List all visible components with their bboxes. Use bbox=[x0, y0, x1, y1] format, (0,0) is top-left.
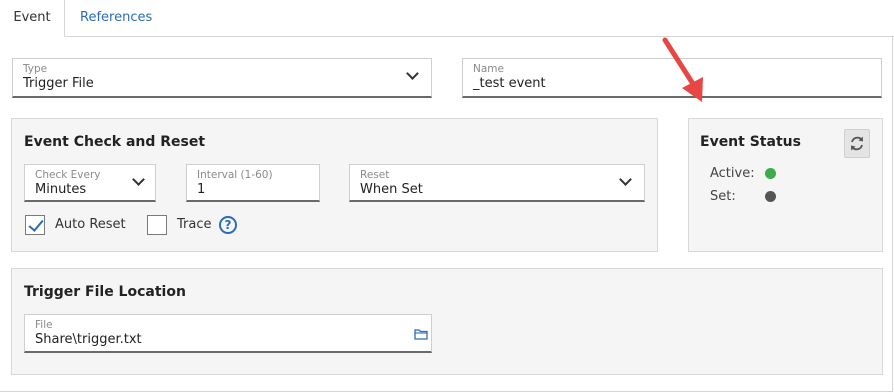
interval-input[interactable]: Interval (1-60) 1 bbox=[186, 164, 320, 202]
reset-value: When Set bbox=[360, 182, 423, 197]
panel-title-check-reset: Event Check and Reset bbox=[24, 134, 206, 150]
refresh-icon bbox=[851, 136, 863, 151]
name-label: Name bbox=[473, 63, 504, 75]
name-value: _test event bbox=[473, 76, 546, 91]
folder-icon[interactable] bbox=[414, 328, 428, 340]
file-value: Share\trigger.txt bbox=[35, 332, 142, 347]
auto-reset-label: Auto Reset bbox=[55, 217, 126, 232]
check-every-value: Minutes bbox=[35, 182, 87, 197]
chevron-down-icon bbox=[619, 173, 632, 186]
active-status-label: Active: bbox=[710, 166, 755, 181]
tab-bar: Event References bbox=[0, 0, 894, 37]
file-input[interactable]: File Share\trigger.txt bbox=[24, 314, 432, 353]
check-every-select[interactable]: Check Every Minutes bbox=[24, 164, 156, 202]
auto-reset-checkbox[interactable] bbox=[25, 215, 45, 235]
active-status-indicator bbox=[765, 168, 776, 179]
trace-checkbox[interactable] bbox=[147, 215, 167, 235]
type-select[interactable]: Type Trigger File bbox=[12, 58, 432, 98]
check-every-label: Check Every bbox=[35, 169, 101, 181]
type-label: Type bbox=[23, 63, 48, 75]
type-value: Trigger File bbox=[23, 76, 94, 91]
help-icon[interactable]: ? bbox=[219, 216, 237, 234]
file-label: File bbox=[35, 319, 53, 331]
trace-label: Trace bbox=[177, 217, 212, 232]
reset-select[interactable]: Reset When Set bbox=[349, 164, 645, 202]
panel-title-status: Event Status bbox=[700, 134, 801, 150]
panel-title-location: Trigger File Location bbox=[24, 284, 186, 300]
reset-label: Reset bbox=[360, 169, 390, 181]
event-status-panel: Event Status Active: Set: bbox=[688, 118, 883, 252]
refresh-button[interactable] bbox=[844, 129, 870, 158]
set-status-indicator bbox=[765, 191, 776, 202]
tab-event[interactable]: Event bbox=[0, 0, 65, 37]
interval-label: Interval (1-60) bbox=[197, 169, 273, 181]
event-check-reset-panel: Event Check and Reset Check Every Minute… bbox=[11, 118, 658, 252]
annotation-arrow-icon bbox=[662, 37, 703, 102]
tab-references[interactable]: References bbox=[80, 0, 152, 37]
interval-value: 1 bbox=[197, 182, 206, 197]
trigger-file-location-panel: Trigger File Location File Share\trigger… bbox=[11, 268, 883, 375]
set-status-label: Set: bbox=[710, 189, 736, 204]
chevron-down-icon bbox=[132, 173, 145, 186]
chevron-down-icon bbox=[406, 67, 419, 80]
